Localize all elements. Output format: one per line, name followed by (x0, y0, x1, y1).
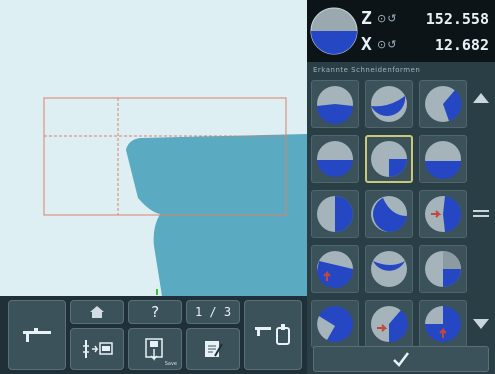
cutting-shape-icon (425, 196, 462, 232)
panel-caption: Erkannte Schneidenformen (313, 66, 421, 74)
z-axis-row: Z ⊙↺ 152.558 (361, 8, 493, 30)
cutting-shape-icon (425, 141, 461, 179)
triangle-down-icon (473, 319, 489, 329)
cutting-shape-icon (317, 196, 353, 232)
edit-button[interactable] (186, 328, 240, 370)
z-axis-mode: ⊙↺ (377, 12, 398, 25)
x-axis-row: X ⊙↺ 12.682 (361, 34, 493, 56)
caliper-button[interactable] (8, 300, 66, 370)
checkmark-icon (393, 352, 409, 367)
axis-readout: Z ⊙↺ 152.558 X ⊙↺ 12.682 (307, 0, 495, 62)
shape-option[interactable] (365, 190, 413, 238)
shape-option[interactable] (419, 300, 467, 348)
scroll-up-button[interactable] (467, 86, 495, 110)
confirm-button[interactable] (313, 346, 489, 372)
shape-option[interactable] (311, 300, 359, 348)
tool-measure-icon (255, 324, 290, 345)
cutting-shape-icon (317, 251, 354, 289)
shape-option[interactable] (419, 80, 467, 128)
help-button[interactable]: ? (128, 300, 182, 324)
save-button[interactable]: Save (128, 328, 182, 370)
bottom-toolbar: ? 1 / 3 Save (0, 296, 307, 374)
shape-option[interactable] (311, 80, 359, 128)
scroll-grip[interactable] (473, 204, 489, 217)
shape-option[interactable] (365, 300, 413, 348)
shape-panel: Z ⊙↺ 152.558 X ⊙↺ 12.682 Erkannte Schnei… (307, 0, 495, 374)
grip-icon (473, 210, 489, 217)
tool-dial-icon (310, 7, 358, 55)
z-axis-value: 152.558 (425, 10, 489, 28)
cutting-shape-icon (317, 306, 353, 342)
cutting-shape-icon (425, 306, 461, 342)
shape-option[interactable] (365, 80, 413, 128)
cutting-shape-icon (425, 86, 462, 122)
save-label: Save (164, 361, 177, 367)
tool-measure-button[interactable] (244, 300, 302, 370)
page-indicator-label: 1 / 3 (194, 305, 232, 319)
shape-option[interactable] (419, 135, 467, 183)
x-axis-value: 12.682 (434, 36, 489, 54)
cutting-shape-icon (371, 251, 407, 287)
shape-scrollbar[interactable] (467, 80, 495, 342)
help-label: ? (150, 303, 160, 321)
cutting-shape-icon (371, 86, 407, 122)
shape-option[interactable] (311, 245, 359, 293)
caliper-icon (23, 328, 51, 342)
tool-contour-viewport[interactable] (0, 0, 307, 296)
page-indicator: 1 / 3 (186, 300, 240, 324)
shape-grid (311, 80, 467, 348)
cutting-shape-icon (317, 86, 353, 124)
z-axis-letter: Z (361, 8, 372, 29)
cutting-shape-icon (371, 306, 408, 343)
shape-option[interactable] (311, 190, 359, 238)
shape-option[interactable] (311, 135, 359, 183)
x-axis-letter: X (361, 34, 372, 55)
shape-option[interactable] (365, 245, 413, 293)
shape-option[interactable] (419, 190, 467, 238)
cutting-shape-icon (317, 141, 353, 177)
edit-icon (205, 341, 223, 357)
shape-option[interactable] (419, 245, 467, 293)
save-icon (145, 338, 163, 361)
scroll-down-button[interactable] (467, 312, 495, 336)
measure-transfer-button[interactable] (70, 328, 124, 370)
home-button[interactable] (70, 300, 124, 324)
cutting-shape-icon (425, 251, 461, 287)
shape-option-selected[interactable] (365, 135, 413, 183)
measure-transfer-icon (83, 340, 113, 358)
home-icon (90, 306, 104, 318)
position-marker (156, 289, 158, 295)
tool-contour-canvas (43, 97, 307, 296)
triangle-up-icon (473, 93, 489, 103)
cutting-shape-icon (371, 196, 407, 233)
cutting-shape-icon (371, 141, 407, 177)
x-axis-mode: ⊙↺ (377, 38, 398, 51)
